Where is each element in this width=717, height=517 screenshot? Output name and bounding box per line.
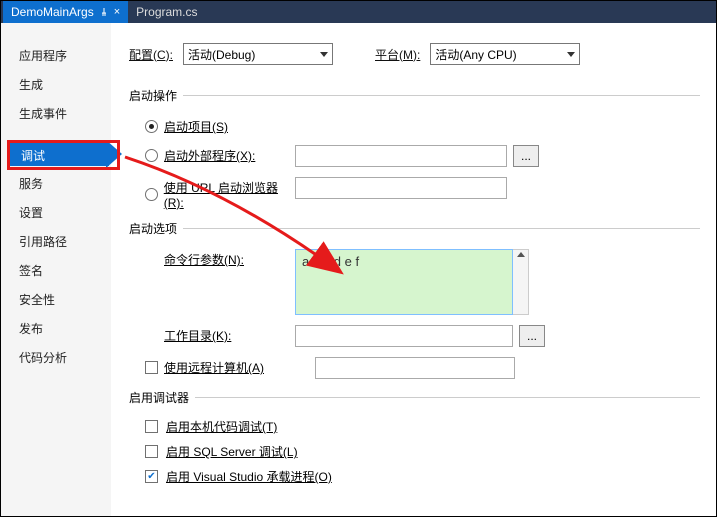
command-args-input[interactable]: a b c d e f bbox=[295, 249, 513, 315]
sidebar-selection-arrow-icon bbox=[106, 140, 122, 168]
sidebar-item-codeanalysis[interactable]: 代码分析 bbox=[1, 343, 111, 372]
browse-button[interactable]: ... bbox=[519, 325, 545, 347]
radio-start-project[interactable] bbox=[145, 120, 158, 133]
url-input[interactable] bbox=[295, 177, 507, 199]
tab-label: DemoMainArgs bbox=[11, 5, 94, 19]
platform-label: 平台(M): bbox=[375, 46, 420, 63]
tab-label: Program.cs bbox=[136, 5, 197, 19]
start-url-label: 使用 URL 启动浏览器(R): bbox=[164, 179, 295, 210]
workdir-label: 工作目录(K): bbox=[164, 327, 231, 344]
chevron-down-icon bbox=[567, 52, 575, 57]
native-label: 启用本机代码调试(T) bbox=[166, 418, 277, 435]
group-debuggers: 启用调试器 bbox=[129, 389, 700, 406]
sidebar-item-build[interactable]: 生成 bbox=[1, 70, 111, 99]
platform-select[interactable]: 活动(Any CPU) bbox=[430, 43, 580, 65]
sidebar-item-settings[interactable]: 设置 bbox=[1, 198, 111, 227]
vshost-checkbox[interactable] bbox=[145, 470, 158, 483]
browse-button[interactable]: ... bbox=[513, 145, 539, 167]
native-checkbox[interactable] bbox=[145, 420, 158, 433]
sidebar-item-buildevents[interactable]: 生成事件 bbox=[1, 99, 111, 128]
tab-programcs[interactable]: Program.cs bbox=[128, 1, 205, 23]
scroll-up-icon[interactable] bbox=[513, 249, 529, 315]
config-select[interactable]: 活动(Debug) bbox=[183, 43, 333, 65]
vshost-label: 启用 Visual Studio 承载进程(O) bbox=[166, 468, 332, 485]
sidebar-item-security[interactable]: 安全性 bbox=[1, 285, 111, 314]
pin-icon bbox=[100, 8, 108, 16]
radio-start-url[interactable] bbox=[145, 188, 158, 201]
external-program-input[interactable] bbox=[295, 145, 507, 167]
remote-label: 使用远程计算机(A) bbox=[164, 359, 264, 376]
sidebar-selected-label: 调试 bbox=[21, 147, 45, 164]
sidebar-item-signing[interactable]: 签名 bbox=[1, 256, 111, 285]
main-panel: 配置(C): 活动(Debug) 平台(M): 活动(Any CPU) 启动操作… bbox=[111, 23, 716, 516]
workdir-input[interactable] bbox=[295, 325, 513, 347]
config-label: 配置(C): bbox=[129, 46, 173, 63]
radio-start-external[interactable] bbox=[145, 149, 158, 162]
platform-value: 活动(Any CPU) bbox=[435, 46, 516, 63]
sidebar-item-publish[interactable]: 发布 bbox=[1, 314, 111, 343]
config-value: 活动(Debug) bbox=[188, 46, 255, 63]
remote-input[interactable] bbox=[315, 357, 515, 379]
sql-label: 启用 SQL Server 调试(L) bbox=[166, 443, 298, 460]
sidebar: 应用程序 生成 生成事件 资源 服务 设置 引用路径 签名 安全性 发布 代码分… bbox=[1, 23, 111, 516]
start-external-label: 启动外部程序(X): bbox=[164, 147, 255, 164]
sidebar-item-services[interactable]: 服务 bbox=[1, 169, 111, 198]
sql-checkbox[interactable] bbox=[145, 445, 158, 458]
group-start-options: 启动选项 bbox=[129, 220, 700, 237]
close-icon[interactable]: × bbox=[114, 6, 120, 18]
sidebar-item-refpaths[interactable]: 引用路径 bbox=[1, 227, 111, 256]
tab-demomainargs[interactable]: DemoMainArgs × bbox=[3, 1, 128, 23]
chevron-down-icon bbox=[320, 52, 328, 57]
sidebar-item-application[interactable]: 应用程序 bbox=[1, 41, 111, 70]
tab-bar: DemoMainArgs × Program.cs bbox=[1, 1, 716, 23]
args-label: 命令行参数(N): bbox=[164, 251, 244, 268]
start-project-label: 启动项目(S) bbox=[164, 118, 228, 135]
remote-checkbox[interactable] bbox=[145, 361, 158, 374]
sidebar-item-debug[interactable] bbox=[1, 128, 111, 140]
group-start-action: 启动操作 bbox=[129, 87, 700, 104]
